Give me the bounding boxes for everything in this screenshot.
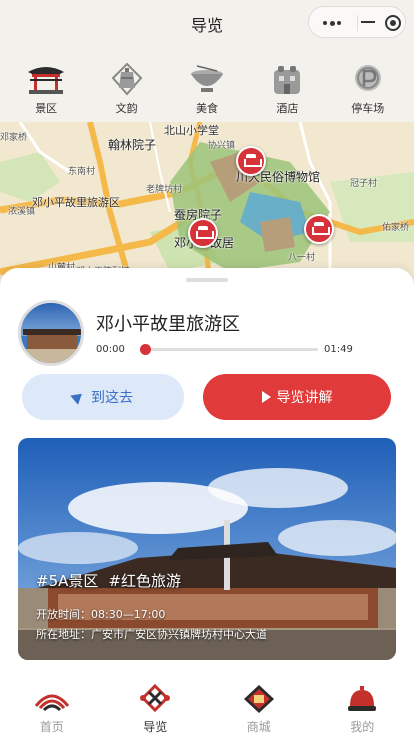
- hotel-icon: [267, 62, 307, 96]
- category-label: 文韵: [115, 102, 138, 115]
- knot-icon: [137, 683, 173, 714]
- map-label: 东南村: [68, 167, 96, 177]
- opening-hours: 开放时间：08:30—17:00: [36, 608, 166, 621]
- audio-guide-label: 导览讲解: [276, 390, 333, 406]
- map-marker[interactable]: [304, 214, 334, 244]
- category-bar: 景区 文韵 美食 酒店 停车场: [0, 44, 414, 122]
- tab-label: 商城: [246, 720, 271, 734]
- map-label: 八一村: [288, 253, 316, 263]
- mini-program-capsule: [308, 6, 406, 38]
- map-marker[interactable]: [236, 146, 266, 176]
- tab-label: 首页: [39, 720, 64, 734]
- map-label: 邓小平故里旅游区: [32, 196, 120, 209]
- map-label: 北山小学堂: [164, 124, 219, 137]
- parking-icon: [348, 62, 388, 96]
- bell-icon: [107, 62, 147, 96]
- current-time: 00:00: [96, 344, 125, 355]
- map-label: 邓家桥: [0, 133, 28, 143]
- hat-icon: [344, 684, 380, 714]
- photo-tags: #5A景区 #红色旅游: [36, 570, 191, 591]
- home-wave-icon: [34, 684, 70, 714]
- tab-home[interactable]: 首页: [12, 678, 92, 736]
- category-parking[interactable]: 停车场: [335, 44, 401, 116]
- tab-mine[interactable]: 我的: [322, 678, 402, 736]
- top-bar: 导览: [0, 0, 414, 44]
- bottom-tab-bar: 首页 导览 商城 我的: [0, 678, 414, 736]
- drag-handle[interactable]: [186, 278, 228, 282]
- map-label: 翰林院子: [108, 138, 157, 152]
- play-icon: [261, 391, 271, 403]
- category-food[interactable]: 美食: [174, 44, 240, 116]
- category-label: 停车场: [351, 102, 385, 115]
- category-scenic[interactable]: 景区: [13, 44, 79, 116]
- spot-photo[interactable]: #5A景区 #红色旅游 开放时间：08:30—17:00 所在地址：广安市广安区协…: [18, 438, 396, 660]
- spot-avatar: [18, 300, 84, 366]
- guide-sheet: 邓小平故里旅游区 00:00 01:49 到这去 导览讲解 #5A景区 #红色旅…: [0, 268, 414, 678]
- shop-icon: [241, 684, 277, 714]
- tab-label: 导览: [143, 720, 168, 734]
- spot-title: 邓小平故里旅游区: [96, 314, 240, 335]
- map-label: 老牌坊村: [146, 185, 183, 195]
- minimize-icon[interactable]: [361, 21, 375, 23]
- category-culture[interactable]: 文韵: [94, 44, 160, 116]
- navigation-arrow-icon: [70, 389, 86, 405]
- audio-guide-button[interactable]: 导览讲解: [203, 374, 391, 420]
- map-label: 协兴镇: [208, 141, 236, 151]
- tag-5a: #5A景区: [36, 572, 99, 590]
- tag-red-tourism: #红色旅游: [108, 572, 181, 590]
- close-target-icon[interactable]: [385, 15, 401, 31]
- map-marker[interactable]: [188, 218, 218, 248]
- pavilion-icon: [26, 62, 66, 96]
- tab-guide[interactable]: 导览: [115, 678, 195, 736]
- tab-shop[interactable]: 商城: [219, 678, 299, 736]
- category-label: 美食: [195, 102, 218, 115]
- go-here-label: 到这去: [91, 390, 133, 406]
- tab-label: 我的: [350, 720, 375, 734]
- map-label: 佑家桥: [382, 223, 410, 233]
- total-time: 01:49: [324, 344, 353, 355]
- more-icon[interactable]: [323, 20, 341, 26]
- map-view[interactable]: 邓家桥 翰林院子 东南村 老牌坊村 蚕房院子 邓小平故里旅游区 浓溪镇 川大民俗…: [0, 122, 414, 282]
- category-label: 景区: [35, 102, 58, 115]
- bowl-icon: [187, 62, 227, 96]
- go-here-button[interactable]: 到这去: [22, 374, 184, 420]
- address: 所在地址：广安市广安区协兴镇牌坊村中心大道: [36, 628, 267, 641]
- category-hotel[interactable]: 酒店: [254, 44, 320, 116]
- map-label: 浓溪镇: [8, 207, 36, 217]
- map-label: 冠子村: [350, 179, 378, 189]
- category-label: 酒店: [276, 102, 299, 115]
- audio-progress-thumb[interactable]: [139, 344, 151, 355]
- audio-progress-track[interactable]: [139, 344, 318, 355]
